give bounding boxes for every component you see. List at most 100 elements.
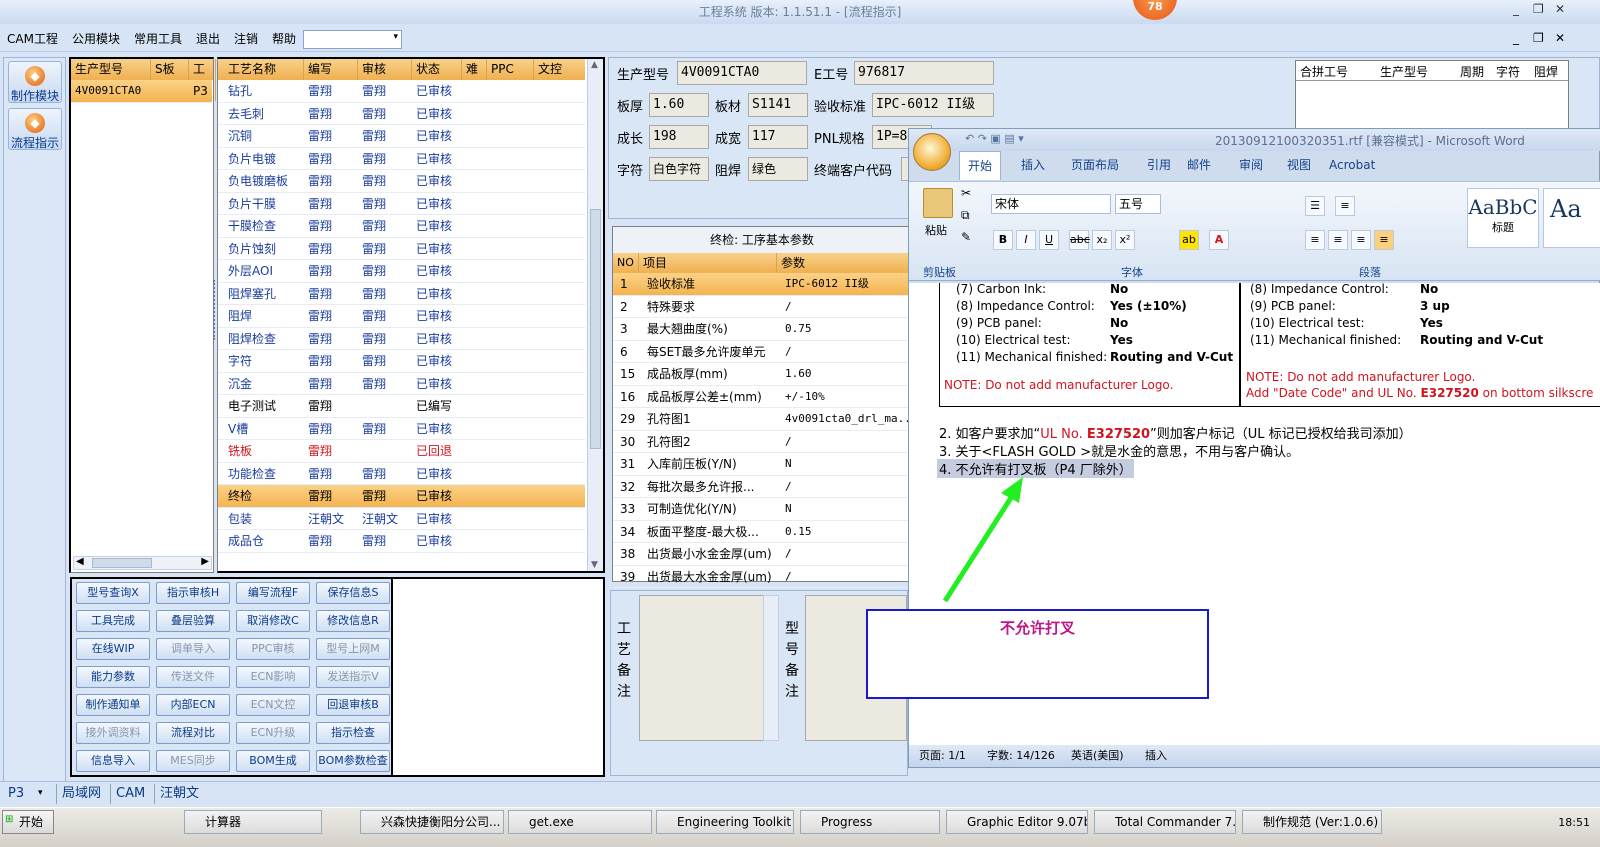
param-row[interactable]: 32 每批次最多允许报... / (613, 476, 911, 498)
action-button[interactable]: ECN升级 (236, 722, 310, 744)
product-row[interactable]: 4V0091CTA0 P3 (71, 80, 212, 103)
col-doc[interactable]: 文控 (534, 59, 585, 80)
col-item[interactable]: 项目 (639, 253, 777, 273)
process-row[interactable]: 阻焊 雷翔 雷翔 已审核 (218, 305, 585, 328)
action-button[interactable]: 能力参数 (76, 666, 150, 688)
width-field[interactable]: 117 (748, 125, 808, 149)
ribbon-tab[interactable]: Acrobat (1329, 151, 1375, 179)
highlight-icon[interactable]: ab (1179, 230, 1199, 250)
action-button[interactable]: 取消修改C (236, 610, 310, 632)
action-button[interactable]: 修改信息R (316, 610, 390, 632)
col-reviewer[interactable]: 审核 (358, 59, 412, 80)
bullets-icon[interactable]: ☰ (1305, 196, 1325, 216)
col-param[interactable]: 参数 (777, 253, 913, 273)
action-button[interactable]: 叠层验算 (156, 610, 230, 632)
model-field[interactable]: 4V0091CTA0 (677, 61, 807, 85)
taskbar-item[interactable]: Engineering Toolkit 9.... (656, 810, 794, 834)
col-combo-model[interactable]: 生产型号 (1380, 63, 1428, 80)
action-button[interactable]: BOM生成 (236, 750, 310, 772)
arrow-left-icon[interactable]: ◀ (76, 556, 84, 567)
taskbar-item[interactable]: Total Commander 7.0 ... (1094, 810, 1236, 834)
col-combo-mask[interactable]: 阻焊 (1534, 63, 1558, 80)
cut-icon[interactable]: ✂ (961, 186, 971, 200)
action-button[interactable]: 编写流程F (236, 582, 310, 604)
process-row[interactable]: 钻孔 雷翔 雷翔 已审核 (218, 80, 585, 103)
ribbon-tab[interactable]: 邮件 (1187, 151, 1211, 179)
copy-icon[interactable]: ⧉ (961, 208, 970, 223)
col-combo-char[interactable]: 字符 (1496, 63, 1520, 80)
justify-icon[interactable]: ≡ (1374, 230, 1394, 250)
font-size-select[interactable]: 五号 (1115, 194, 1161, 214)
arrow-up-icon[interactable]: ▲ (591, 60, 598, 70)
ribbon-tab[interactable]: 视图 (1287, 151, 1311, 179)
soldermask-field[interactable]: 绿色 (748, 157, 808, 181)
chevron-down-icon[interactable]: ▾ (38, 788, 43, 798)
status-insert[interactable]: 插入 (1145, 745, 1167, 767)
scroll-thumb[interactable] (92, 558, 152, 568)
action-button[interactable]: 信息导入 (76, 750, 150, 772)
col-status[interactable]: 状态 (412, 59, 462, 80)
paste-icon[interactable] (923, 188, 953, 218)
action-button[interactable]: 型号上网M (316, 638, 390, 660)
splitter-handle[interactable] (213, 280, 217, 340)
style-title[interactable]: AaBbC 标题 (1467, 188, 1539, 248)
mdi-close-icon[interactable]: ✕ (1555, 31, 1565, 45)
process-row[interactable]: 负电镀磨板 雷翔 雷翔 已审核 (218, 170, 585, 193)
param-row[interactable]: 16 成品板厚公差±(mm) +/-10% (613, 386, 911, 408)
ribbon-tab[interactable]: 插入 (1021, 151, 1045, 179)
ribbon-tab[interactable]: 审阅 (1239, 151, 1263, 179)
tab-user[interactable]: 汪朝文 (154, 784, 204, 804)
mdi-restore-icon[interactable]: ❐ (1533, 31, 1544, 45)
length-field[interactable]: 198 (649, 125, 709, 149)
action-button[interactable]: 指示检查 (316, 722, 390, 744)
process-row[interactable]: 终检 雷翔 雷翔 已审核 (218, 485, 585, 508)
action-button[interactable]: 发送指示V (316, 666, 390, 688)
material-field[interactable]: S1141 (748, 93, 808, 117)
menu-help[interactable]: 帮助 (265, 26, 303, 52)
param-row[interactable]: 31 入库前压板(Y/N) N (613, 453, 911, 476)
align-center-icon[interactable]: ≡ (1328, 230, 1348, 250)
taskbar-item[interactable]: Progress (800, 810, 940, 834)
col-difficulty[interactable]: 难 (462, 59, 487, 80)
silkscreen-field[interactable]: 白色字符 (649, 157, 709, 181)
eno-field[interactable]: 976817 (854, 61, 994, 85)
standard-field[interactable]: IPC-6012 II级 (872, 93, 994, 117)
action-button[interactable]: 传送文件 (156, 666, 230, 688)
menu-exit[interactable]: 退出 (189, 26, 227, 52)
menu-public[interactable]: 公用模块 (65, 26, 127, 52)
underline-icon[interactable]: U (1039, 230, 1059, 250)
ribbon-tab[interactable]: 页面布局 (1071, 151, 1119, 179)
status-words[interactable]: 字数: 14/126 (987, 745, 1055, 767)
param-row[interactable]: 1 验收标准 IPC-6012 II级 (613, 273, 911, 296)
process-row[interactable]: 阻焊塞孔 雷翔 雷翔 已审核 (218, 283, 585, 305)
param-row[interactable]: 2 特殊要求 / (613, 296, 911, 318)
action-button[interactable]: 内部ECN (156, 694, 230, 716)
param-row[interactable]: 15 成品板厚(mm) 1.60 (613, 363, 911, 386)
param-row[interactable]: 33 可制造优化(Y/N) N (613, 498, 911, 521)
align-right-icon[interactable]: ≡ (1351, 230, 1371, 250)
param-row[interactable]: 29 孔符图1 4v0091cta0_drl_ma... (613, 408, 917, 431)
horizontal-scrollbar[interactable]: ◀ ▶ (73, 556, 212, 570)
process-row[interactable]: 干膜检查 雷翔 雷翔 已审核 (218, 215, 585, 238)
process-row[interactable]: 负片干膜 雷翔 雷翔 已审核 (218, 193, 585, 215)
col-no[interactable]: NO (613, 253, 639, 273)
tab-plant[interactable]: P3 (8, 786, 24, 801)
module-select[interactable]: ▾ (303, 30, 402, 49)
process-row[interactable]: 沉金 雷翔 雷翔 已审核 (218, 373, 585, 395)
param-row[interactable]: 38 出货最小水金金厚(um) / (613, 543, 911, 566)
font-name-select[interactable]: 宋体 (991, 194, 1111, 214)
remark-scrollbar[interactable] (763, 595, 779, 741)
col-writer[interactable]: 编写 (304, 59, 358, 80)
clock[interactable]: 18:51 (1558, 816, 1590, 829)
process-row[interactable]: 负片电镀 雷翔 雷翔 已审核 (218, 148, 585, 170)
param-row[interactable]: 3 最大翘曲度(%) 0.75 (613, 318, 911, 341)
col-process[interactable]: 工艺名称 (224, 59, 304, 80)
action-button[interactable]: 保存信息S (316, 582, 390, 604)
process-row[interactable]: 去毛刺 雷翔 雷翔 已审核 (218, 103, 585, 125)
align-left-icon[interactable]: ≡ (1305, 230, 1325, 250)
action-button[interactable]: MES同步 (156, 750, 230, 772)
col-combo-no[interactable]: 合拼工号 (1300, 63, 1348, 80)
format-painter-icon[interactable]: ✎ (961, 230, 971, 244)
action-button[interactable]: 回退审核B (316, 694, 390, 716)
param-row[interactable]: 30 孔符图2 / (613, 431, 911, 453)
